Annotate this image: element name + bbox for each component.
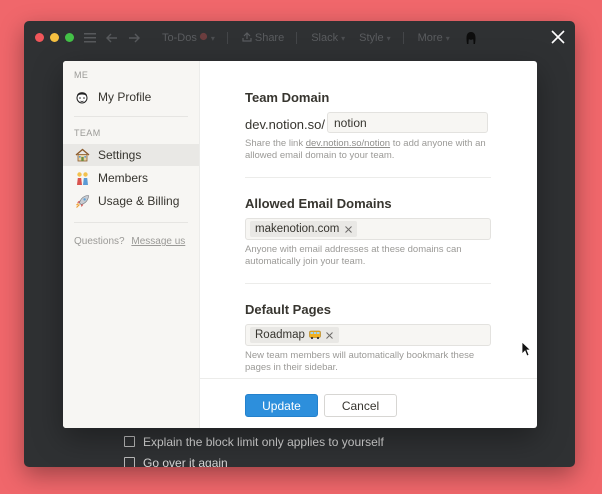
close-modal-icon[interactable] [551,30,565,44]
team-domain-help: Share the link dev.notion.so/notion to a… [245,138,495,162]
cancel-button[interactable]: Cancel [324,394,397,417]
list-item: Explain the block limit only applies to … [124,431,384,452]
hamburger-menu-icon[interactable] [82,30,98,46]
team-domain-input[interactable] [327,112,488,133]
sidebar-item-label: My Profile [98,90,152,104]
message-us-link[interactable]: Message us [131,236,185,247]
sidebar-section-team: TEAM [74,128,101,138]
more-menu[interactable]: More ▾ [418,32,450,44]
tag-label: makenotion.com [255,223,340,235]
slack-label: Slack [311,32,339,44]
house-icon [74,147,90,163]
sidebar-divider [74,222,188,223]
settings-sidebar: ME My Profile TEAM Settings Members Usag… [63,61,200,428]
background-todo-list: Explain the block limit only applies to … [124,431,384,467]
bug-icon [199,32,208,44]
sidebar-item-members[interactable]: Members [63,167,199,189]
toolbar-divider [226,32,228,44]
allowed-email-help: Anyone with email addresses at these dom… [245,244,462,267]
sidebar-item-label: Settings [98,148,142,162]
app-toolbar: To-Dos ▾ Share Slack ▾ Style ▾ More ▾ [82,27,478,49]
domain-prefix: dev.notion.so/ [245,117,325,132]
people-icon [74,170,90,186]
update-button[interactable]: Update [245,394,318,417]
settings-modal: ME My Profile TEAM Settings Members Usag… [63,61,537,428]
page-title: To-Dos [162,32,197,44]
sidebar-item-label: Usage & Billing [98,194,180,208]
sidebar-item-my-profile[interactable]: My Profile [63,86,199,108]
default-pages-help: New team members will automatically book… [245,350,475,373]
sidebar-item-usage-billing[interactable]: Usage & Billing [63,190,199,212]
list-item: Go over it again [124,452,384,467]
default-pages-title: Default Pages [245,302,331,317]
more-label: More [417,32,443,44]
face-icon [74,89,90,105]
chevron-down-icon: ▾ [210,33,215,43]
toolbar-divider [296,32,298,44]
back-arrow-icon[interactable] [104,30,120,46]
page-title-menu[interactable]: To-Dos ▾ [162,32,215,44]
todo-text: Explain the block limit only applies to … [143,434,384,449]
sidebar-item-label: Members [98,171,149,185]
default-pages-field[interactable]: Roadmap [245,324,491,346]
team-domain-title: Team Domain [245,90,330,105]
todo-checkbox[interactable] [124,436,135,447]
remove-tag-icon[interactable] [326,331,334,339]
help-text: Share the link [245,138,306,149]
questions-text: Questions? [74,236,125,247]
sidebar-item-settings[interactable]: Settings [63,144,199,166]
slack-menu[interactable]: Slack ▾ [311,32,345,44]
forward-arrow-icon[interactable] [126,30,142,46]
section-divider [245,177,491,178]
rocket-icon [74,193,90,209]
sidebar-section-me: ME [74,70,89,80]
share-icon [242,31,252,45]
team-link[interactable]: dev.notion.so/notion [306,138,390,149]
style-label: Style [359,32,384,44]
todo-checkbox[interactable] [124,457,135,467]
email-domains-field[interactable]: makenotion.com [245,218,491,240]
share-label: Share [254,32,285,44]
share-button[interactable]: Share [242,31,285,45]
sidebar-divider [74,116,188,117]
section-divider [245,283,491,284]
toolbar-divider [402,32,404,44]
chevron-down-icon: ▾ [445,33,450,43]
maximize-window-button[interactable] [65,33,74,42]
minimize-window-button[interactable] [50,33,59,42]
settings-content: Team Domain dev.notion.so/ Share the lin… [200,61,537,428]
user-avatar-icon[interactable] [464,31,478,45]
bus-icon [309,330,321,340]
allowed-email-title: Allowed Email Domains [245,196,392,211]
mouse-pointer-icon [521,341,532,357]
remove-tag-icon[interactable] [344,225,352,233]
email-domain-tag: makenotion.com [250,221,358,237]
sidebar-help: Questions? Message us [74,236,185,247]
style-menu[interactable]: Style ▾ [359,32,390,44]
default-page-tag: Roadmap [250,327,339,343]
chevron-down-icon: ▾ [386,33,391,43]
close-window-button[interactable] [35,33,44,42]
chevron-down-icon: ▾ [341,33,346,43]
footer-divider [200,378,537,379]
tag-label: Roadmap [255,329,305,341]
todo-text: Go over it again [143,455,228,468]
